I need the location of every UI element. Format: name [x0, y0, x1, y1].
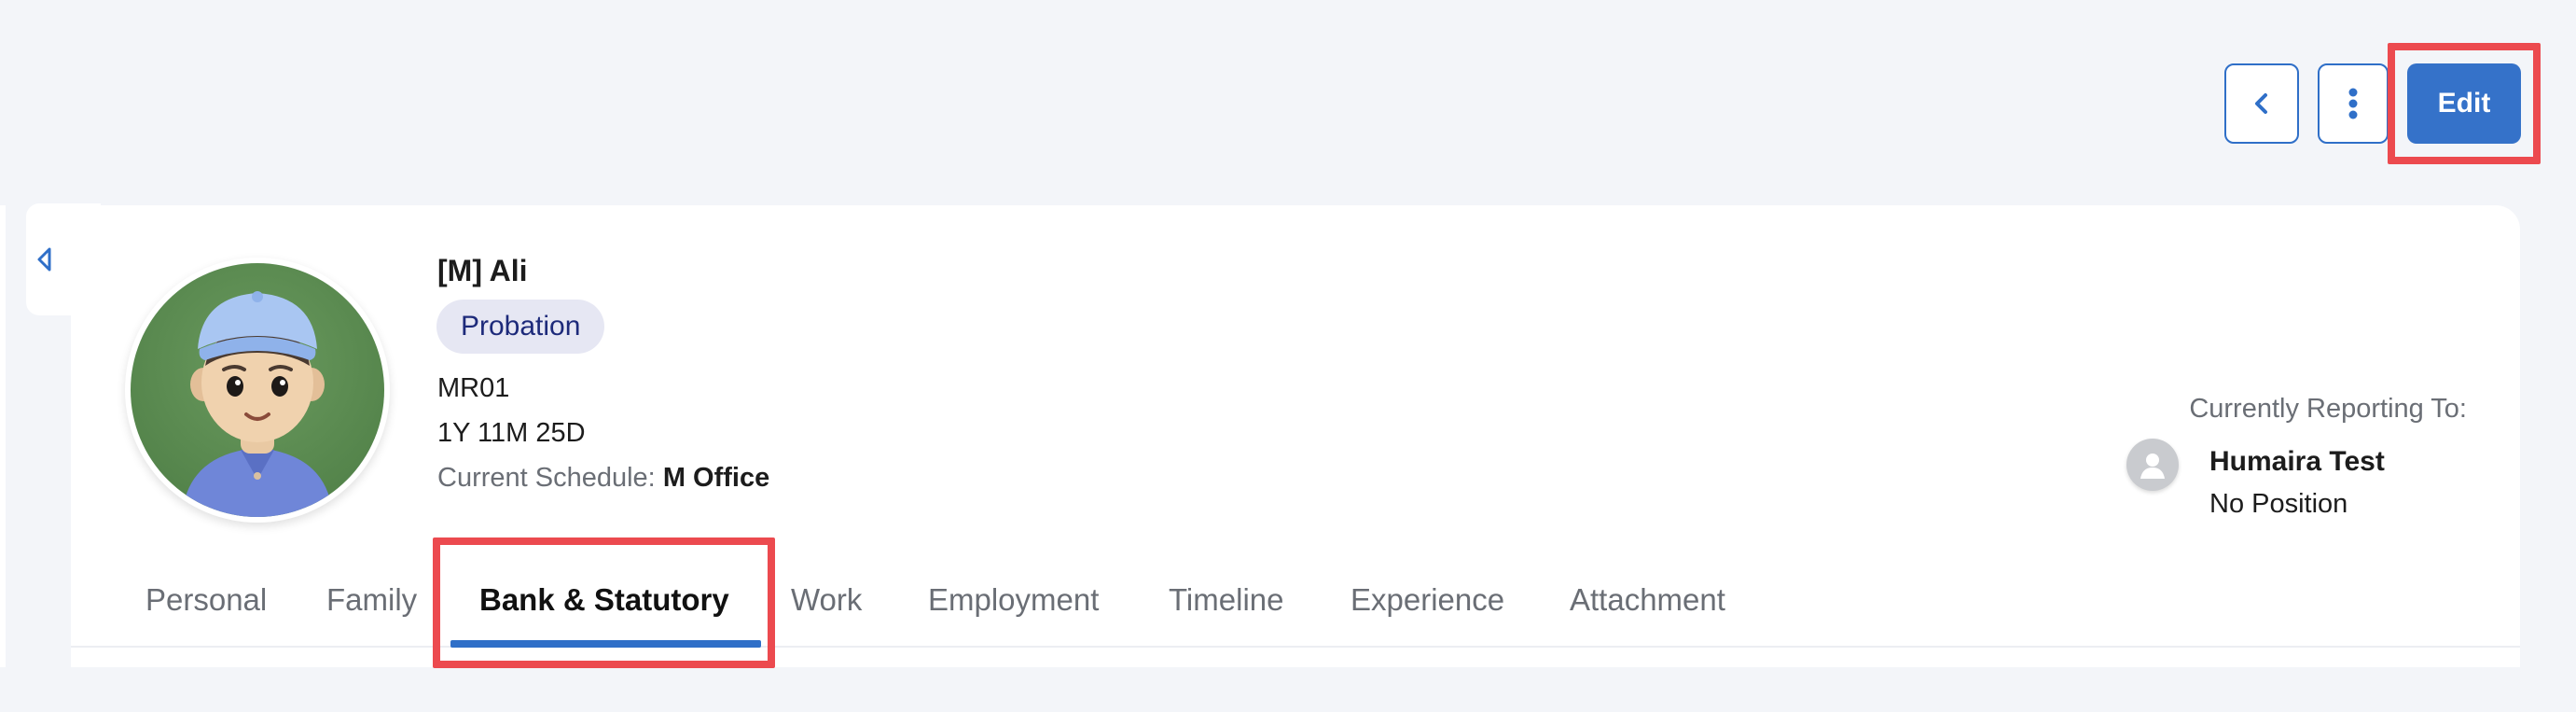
tabs-divider [71, 646, 2520, 648]
tab-bank-statutory[interactable]: Bank & Statutory [479, 582, 729, 618]
manager-avatar [2126, 439, 2179, 491]
current-schedule: Current Schedule: M Office [437, 463, 769, 494]
tab-family[interactable]: Family [326, 582, 417, 618]
tab-employment[interactable]: Employment [928, 582, 1099, 618]
more-options-button[interactable] [2318, 63, 2389, 144]
employee-name: [M] Ali [437, 254, 528, 287]
more-vertical-icon [2348, 88, 2358, 119]
back-button[interactable] [2224, 63, 2299, 144]
avatar-illustration [131, 263, 384, 517]
employee-code: MR01 [437, 373, 510, 403]
tab-timeline[interactable]: Timeline [1169, 582, 1283, 618]
manager-position: No Position [2209, 489, 2348, 519]
tab-experience[interactable]: Experience [1350, 582, 1504, 618]
person-illustration-icon [182, 291, 333, 517]
collapse-panel-button[interactable] [26, 203, 101, 315]
reporting-label: Currently Reporting To: [2189, 394, 2467, 424]
tab-attachment[interactable]: Attachment [1570, 582, 1725, 618]
tab-work[interactable]: Work [791, 582, 862, 618]
status-badge: Probation [436, 300, 605, 354]
schedule-value: M Office [662, 463, 770, 493]
manager-name[interactable]: Humaira Test [2209, 446, 2385, 478]
tab-personal[interactable]: Personal [145, 582, 267, 618]
caret-left-icon [37, 247, 51, 272]
left-panel-edge [0, 205, 6, 667]
employee-avatar [125, 258, 390, 523]
person-icon [2140, 454, 2165, 479]
schedule-label: Current Schedule: [437, 463, 656, 493]
edit-button[interactable]: Edit [2407, 63, 2521, 144]
chevron-left-icon [2255, 93, 2267, 114]
profile-tabs: Personal Family Bank & Statutory Work Em… [71, 569, 2520, 648]
employee-tenure: 1Y 11M 25D [437, 418, 586, 448]
active-tab-indicator [450, 640, 761, 648]
